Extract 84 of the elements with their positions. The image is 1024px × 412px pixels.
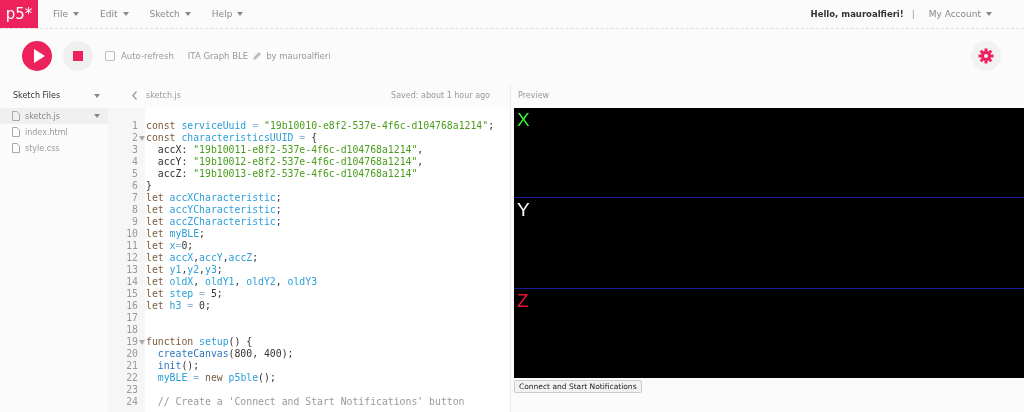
line-number: 7 <box>132 192 138 204</box>
pencil-icon[interactable] <box>252 51 263 61</box>
line-number: 15 <box>126 288 138 300</box>
sketch-name[interactable]: ITA Graph BLE <box>187 51 249 61</box>
sidebar-title: Sketch Files <box>13 91 61 100</box>
line-number: 16 <box>126 300 138 312</box>
caret-icon <box>73 12 80 16</box>
sidebar-entry[interactable]: sketch.js <box>0 108 108 124</box>
play-icon <box>32 49 45 63</box>
code-line: } <box>146 180 152 191</box>
checkbox-label: Auto-refresh <box>121 51 174 61</box>
code-line: let accYCharacteristic; <box>146 204 282 215</box>
line-number: 1 <box>132 120 138 132</box>
caret-icon <box>986 12 992 16</box>
account-menu[interactable]: My Account <box>922 9 998 19</box>
sidebar-entry[interactable]: style.css <box>0 140 108 156</box>
code-line: let accX,accY,accZ; <box>146 252 259 263</box>
caret-icon <box>122 12 129 16</box>
line-number: 8 <box>132 204 138 216</box>
sidebar-entry[interactable]: index.html <box>0 124 108 140</box>
fold-icon[interactable] <box>139 339 145 345</box>
owner-text: by mauroalfieri <box>266 51 331 61</box>
line-number: 6 <box>132 180 138 192</box>
line-number: 3 <box>132 144 138 156</box>
line-number: 19 <box>126 336 138 348</box>
settings-button[interactable] <box>971 41 1001 71</box>
code-line: init(); <box>156 360 200 371</box>
line-number: 22 <box>126 372 138 384</box>
code-line: let accZCharacteristic; <box>146 216 282 227</box>
code-line: let x=0; <box>146 240 194 251</box>
line-number: 2 <box>132 132 138 144</box>
code-line: accX: "19b10011-e8f2-537e-4f6c-d104768a1214", <box>156 144 424 155</box>
code-line: let step = 5; <box>146 288 223 299</box>
axis-label: Y <box>517 199 530 221</box>
code-line: createCanvas(800, 400); <box>156 348 294 359</box>
code-line: myBLE = new p5ble(); <box>156 372 276 383</box>
line-number: 11 <box>126 240 138 252</box>
line-number: 5 <box>132 168 138 180</box>
settings-icon <box>978 48 994 64</box>
caret-icon[interactable] <box>94 114 100 118</box>
code-line: accY: "19b10012-e8f2-537e-4f6c-d104768a1214", <box>156 156 424 167</box>
code-line: function setup() { <box>146 336 253 347</box>
fold-icon[interactable] <box>139 135 145 141</box>
menu-item[interactable]: File <box>47 9 86 19</box>
axis-label: Z <box>517 289 529 311</box>
line-number: 9 <box>132 216 138 228</box>
line-number: 13 <box>126 264 138 276</box>
code-line: let myBLE; <box>146 228 205 239</box>
code-line: const characteristicsUUID = { <box>146 132 318 143</box>
menu-item[interactable]: Edit <box>94 9 135 19</box>
caret-icon <box>237 12 244 16</box>
code-line: let accXCharacteristic; <box>146 192 282 203</box>
code-line: accZ: "19b10013-e8f2-537e-4f6c-d104768a1214" <box>156 168 418 179</box>
chevron-left-icon[interactable] <box>132 91 137 100</box>
save-status: Saved: about 1 hour ago <box>391 91 490 100</box>
line-number: 17 <box>126 312 138 324</box>
code-line: let h3 = 0; <box>146 300 211 311</box>
stop-icon <box>73 51 83 61</box>
menu-item[interactable]: Help <box>205 9 250 19</box>
auto-refresh-checkbox[interactable] <box>105 51 115 61</box>
greeting-text: Hello, mauroalfieri! <box>810 9 904 19</box>
logo[interactable]: p5* <box>0 0 38 28</box>
code-line: const serviceUuid = "19b10010-e8f2-537e-4f6c-d104768a1214"; <box>146 120 495 131</box>
preview-title: Preview <box>518 91 550 100</box>
code-line: // Create a 'Connect and Start Notifications' button <box>156 396 465 407</box>
line-number: 20 <box>126 348 138 360</box>
line-number: 18 <box>126 324 138 336</box>
line-number: 24 <box>126 396 138 408</box>
line-number: 14 <box>126 276 138 288</box>
code-line: let oldX, oldY1, oldY2, oldY3 <box>146 276 318 287</box>
line-number: 12 <box>126 252 138 264</box>
file-tab[interactable]: sketch.js <box>146 91 181 100</box>
menu-item[interactable]: Sketch <box>143 9 197 19</box>
code-line: let y1,y2,y3; <box>146 264 223 275</box>
separator-text: | <box>911 9 915 19</box>
line-number: 23 <box>126 384 138 396</box>
play-button[interactable] <box>22 41 52 71</box>
caret-icon[interactable] <box>94 93 100 98</box>
line-number: 4 <box>132 156 138 168</box>
caret-icon <box>184 12 191 16</box>
axis-label: X <box>517 109 530 130</box>
line-number: 10 <box>126 228 138 240</box>
line-number: 21 <box>126 360 138 372</box>
stop-button[interactable] <box>63 41 93 71</box>
